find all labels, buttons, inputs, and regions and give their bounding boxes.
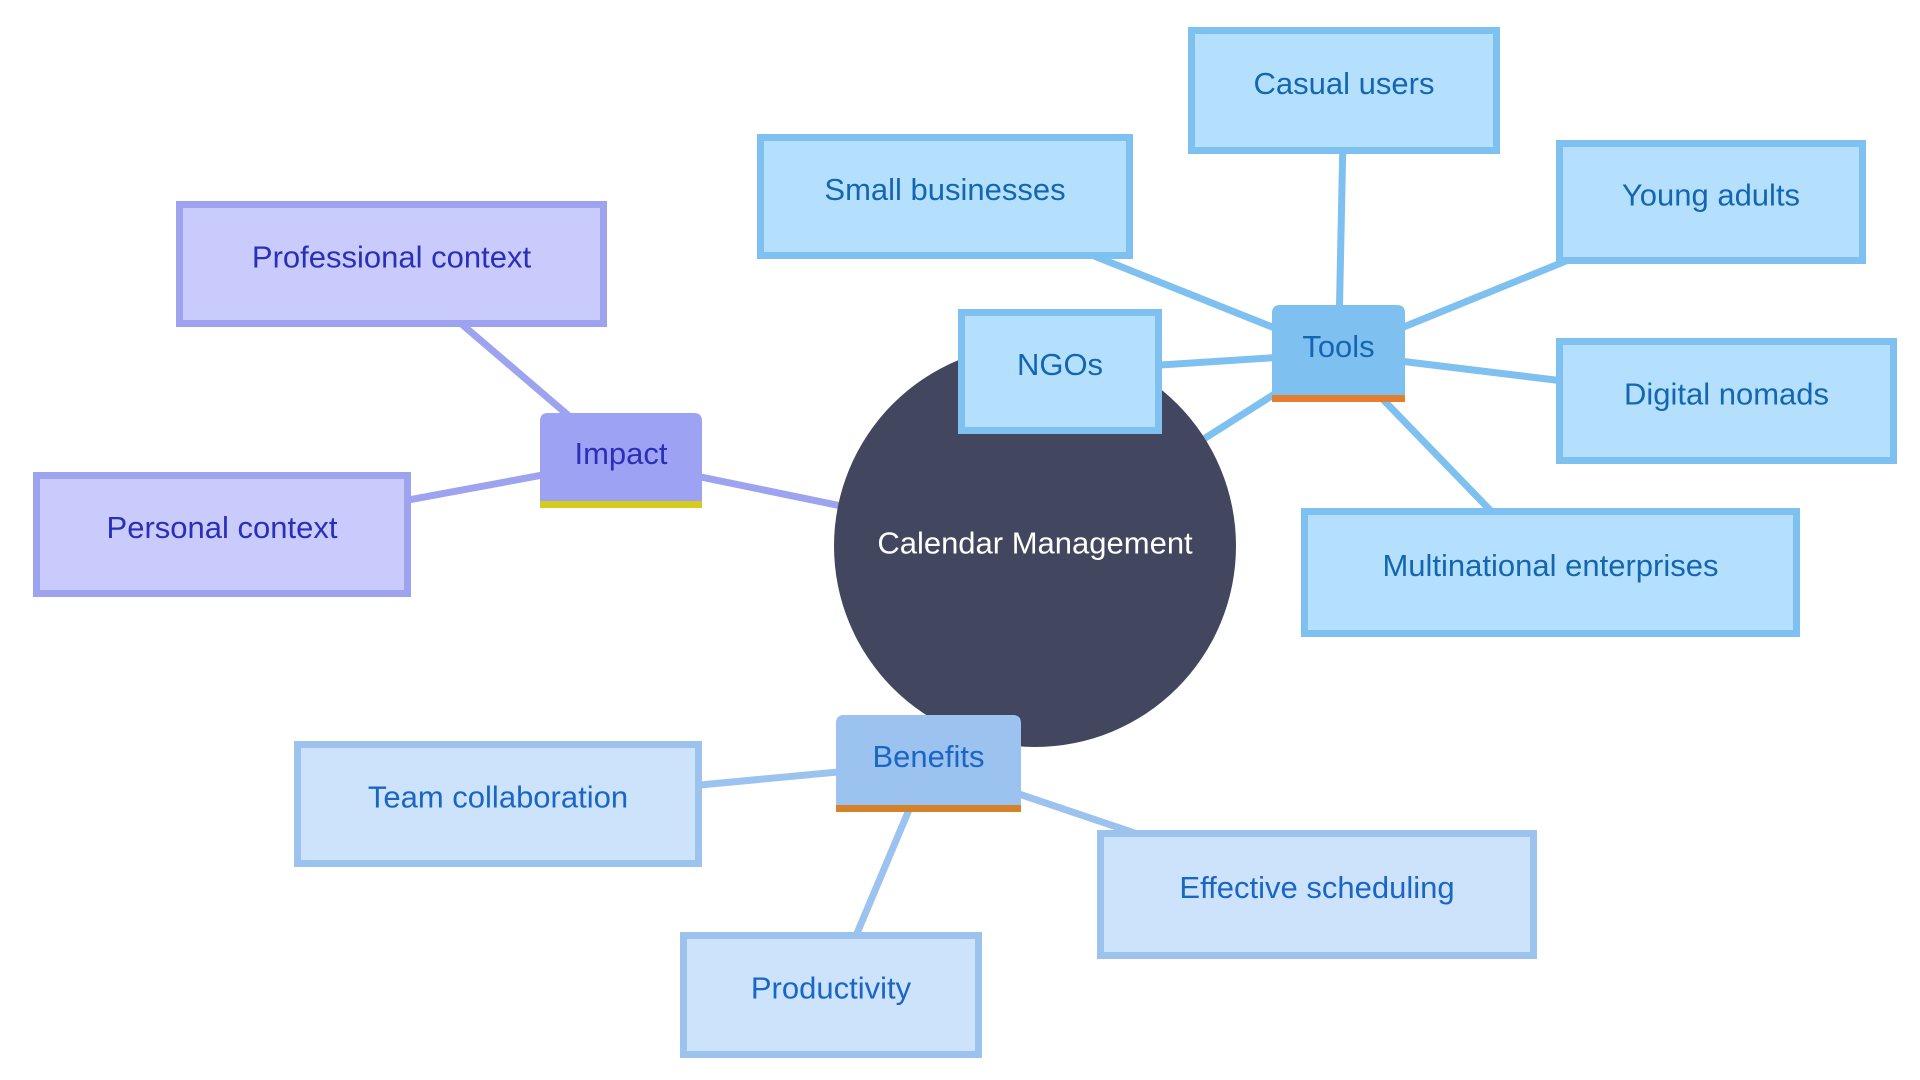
branch-underline (836, 805, 1021, 812)
leaf-label: Casual users (1254, 66, 1435, 101)
branch-label: Benefits (872, 739, 984, 774)
leaf-node-professional-context[interactable]: Professional context (176, 201, 607, 327)
leaf-label: NGOs (1017, 347, 1103, 382)
branch-underline (1272, 395, 1405, 402)
branch-label: Impact (574, 436, 667, 471)
leaf-label: Professional context (252, 240, 532, 275)
leaf-label: Productivity (751, 971, 912, 1006)
leaf-label: Effective scheduling (1179, 870, 1454, 905)
branch-label: Tools (1302, 329, 1374, 364)
leaf-node-casual-users[interactable]: Casual users (1188, 27, 1500, 154)
leaf-label: Young adults (1622, 178, 1800, 213)
branch-underline (540, 501, 702, 508)
mindmap-canvas: Calendar Management Professional context… (33, 27, 1897, 1058)
leaf-node-productivity[interactable]: Productivity (680, 932, 982, 1058)
branch-node-impact[interactable]: Impact (540, 413, 702, 508)
leaf-label: Small businesses (824, 172, 1065, 207)
leaf-node-team-collaboration[interactable]: Team collaboration (294, 741, 702, 867)
leaf-node-small-businesses[interactable]: Small businesses (757, 134, 1133, 259)
leaf-node-digital-nomads[interactable]: Digital nomads (1556, 338, 1897, 464)
leaf-node-personal-context[interactable]: Personal context (33, 472, 411, 597)
leaf-label: Multinational enterprises (1382, 548, 1718, 583)
leaf-label: Team collaboration (368, 780, 628, 815)
leaf-node-multinational-enterprises[interactable]: Multinational enterprises (1301, 508, 1800, 637)
leaf-node-effective-scheduling[interactable]: Effective scheduling (1097, 830, 1537, 959)
leaf-label: Digital nomads (1624, 377, 1829, 412)
root-label: Calendar Management (877, 526, 1193, 561)
leaf-label: Personal context (107, 510, 338, 545)
branch-node-tools[interactable]: Tools (1272, 305, 1405, 402)
leaf-node-ngos[interactable]: NGOs (958, 309, 1162, 434)
branch-node-benefits[interactable]: Benefits (836, 715, 1021, 812)
leaf-node-young-adults[interactable]: Young adults (1556, 140, 1866, 264)
